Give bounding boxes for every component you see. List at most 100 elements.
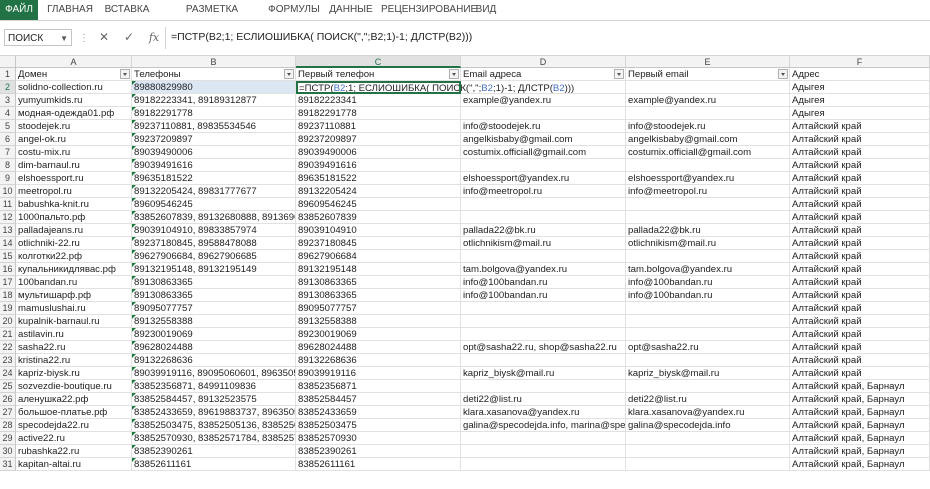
row-header[interactable]: 21: [0, 328, 16, 341]
cell-first-phone[interactable]: 89182223341: [296, 94, 461, 107]
cell-first-email[interactable]: costumix.officiall@gmail.com: [626, 146, 790, 159]
cell-first-email[interactable]: otlichnikism@mail.ru: [626, 237, 790, 250]
row-header[interactable]: 19: [0, 302, 16, 315]
filter-dropdown-icon[interactable]: [614, 69, 624, 79]
row-header[interactable]: 29: [0, 432, 16, 445]
cell-first-email[interactable]: [626, 250, 790, 263]
cell-domain[interactable]: costu-mix.ru: [16, 146, 132, 159]
filter-dropdown-icon[interactable]: [778, 69, 788, 79]
cell-domain[interactable]: большое-платье.рф: [16, 406, 132, 419]
cell-first-phone[interactable]: 89635181522: [296, 172, 461, 185]
cell-first-phone[interactable]: 89039490006: [296, 146, 461, 159]
row-header[interactable]: 9: [0, 172, 16, 185]
row-header-1[interactable]: 1: [0, 68, 16, 81]
cell-domain[interactable]: elshoessport.ru: [16, 172, 132, 185]
cell-domain[interactable]: модная-одежда01.рф: [16, 107, 132, 120]
cell-domain[interactable]: solidno-collection.ru: [16, 81, 132, 94]
filter-dropdown-icon[interactable]: [284, 69, 294, 79]
row-header[interactable]: 2: [0, 81, 16, 94]
cell-domain[interactable]: kristina22.ru: [16, 354, 132, 367]
cell-emails[interactable]: [461, 302, 626, 315]
cell-first-email[interactable]: opt@sasha22.ru: [626, 341, 790, 354]
cell-domain[interactable]: specodejda22.ru: [16, 419, 132, 432]
filter-dropdown-icon[interactable]: [120, 69, 130, 79]
cell-first-email[interactable]: [626, 159, 790, 172]
cell-domain[interactable]: palladajeans.ru: [16, 224, 132, 237]
row-header[interactable]: 3: [0, 94, 16, 107]
cell-emails[interactable]: [461, 328, 626, 341]
cell-domain[interactable]: babushka-knit.ru: [16, 198, 132, 211]
row-header[interactable]: 22: [0, 341, 16, 354]
cell-first-email[interactable]: [626, 302, 790, 315]
name-box[interactable]: ПОИСК ▼: [4, 29, 72, 46]
cell-phones[interactable]: 89039919116, 89095060601, 89635054254: [132, 367, 296, 380]
cell-emails[interactable]: [461, 159, 626, 172]
cell-address[interactable]: Алтайский край: [790, 185, 930, 198]
cell-domain[interactable]: sasha22.ru: [16, 341, 132, 354]
cell-phones[interactable]: 89132558388: [132, 315, 296, 328]
tab-insert[interactable]: ВСТАВКА: [102, 0, 152, 20]
select-all-corner[interactable]: [0, 56, 16, 68]
cell-first-phone[interactable]: 83852433659: [296, 406, 461, 419]
row-header[interactable]: 11: [0, 198, 16, 211]
cell-address[interactable]: Алтайский край: [790, 211, 930, 224]
cell-first-email[interactable]: tam.bolgova@yandex.ru: [626, 263, 790, 276]
cell-address[interactable]: Алтайский край: [790, 250, 930, 263]
cell-phones[interactable]: 83852390261: [132, 445, 296, 458]
cell-address[interactable]: Алтайский край, Барнаул: [790, 458, 930, 471]
cell-first-email[interactable]: elshoessport@yandex.ru: [626, 172, 790, 185]
row-header[interactable]: 18: [0, 289, 16, 302]
chevron-down-icon[interactable]: ▼: [60, 30, 68, 47]
cell-first-phone[interactable]: 89132205424: [296, 185, 461, 198]
row-header[interactable]: 6: [0, 133, 16, 146]
cell-emails[interactable]: [461, 354, 626, 367]
cell-first-phone[interactable]: 83852611161: [296, 458, 461, 471]
cancel-icon[interactable]: ✕: [94, 29, 114, 46]
cell-emails[interactable]: opt@sasha22.ru, shop@sasha22.ru: [461, 341, 626, 354]
cell-first-phone[interactable]: 89132558388: [296, 315, 461, 328]
cell-phones[interactable]: 89880829980: [132, 81, 296, 94]
cell-first-email[interactable]: example@yandex.ru: [626, 94, 790, 107]
row-header[interactable]: 13: [0, 224, 16, 237]
header-cell-address[interactable]: Адрес: [790, 68, 930, 81]
row-header[interactable]: 17: [0, 276, 16, 289]
cell-first-phone[interactable]: 83852356871: [296, 380, 461, 393]
cell-first-email[interactable]: [626, 328, 790, 341]
cell-phones[interactable]: 89237209897: [132, 133, 296, 146]
cell-address[interactable]: Алтайский край: [790, 276, 930, 289]
cell-address[interactable]: Алтайский край: [790, 289, 930, 302]
cell-address[interactable]: Алтайский край: [790, 341, 930, 354]
cell-address[interactable]: Алтайский край, Барнаул: [790, 393, 930, 406]
cell-first-email[interactable]: [626, 198, 790, 211]
cell-emails[interactable]: [461, 445, 626, 458]
cell-phones[interactable]: 89182291778: [132, 107, 296, 120]
tab-data[interactable]: ДАННЫЕ: [328, 0, 374, 20]
cell-phones[interactable]: 89039104910, 89833857974: [132, 224, 296, 237]
row-header[interactable]: 24: [0, 367, 16, 380]
cell-first-email[interactable]: [626, 354, 790, 367]
cell-phones[interactable]: 89130863365: [132, 276, 296, 289]
cell-emails[interactable]: elshoessport@yandex.ru: [461, 172, 626, 185]
cell-address[interactable]: Адыгея: [790, 94, 930, 107]
cell-emails[interactable]: [461, 458, 626, 471]
cell-phones[interactable]: 89132268636: [132, 354, 296, 367]
cell-domain[interactable]: kapriz-biysk.ru: [16, 367, 132, 380]
cell-emails[interactable]: deti22@list.ru: [461, 393, 626, 406]
cell-first-email[interactable]: [626, 432, 790, 445]
cell-first-phone[interactable]: 89132195148: [296, 263, 461, 276]
cell-emails[interactable]: galina@specodejda.info, marina@specodejd…: [461, 419, 626, 432]
cell-first-email[interactable]: [626, 81, 790, 94]
cell-first-phone[interactable]: 89039919116: [296, 367, 461, 380]
cell-first-email[interactable]: angelkisbaby@gmail.com: [626, 133, 790, 146]
cell-address[interactable]: Алтайский край: [790, 146, 930, 159]
cell-domain[interactable]: колготки22.рф: [16, 250, 132, 263]
cell-emails[interactable]: [461, 432, 626, 445]
cell-first-phone[interactable]: 89237209897: [296, 133, 461, 146]
cell-phones[interactable]: 89230019069: [132, 328, 296, 341]
cell-emails[interactable]: [461, 211, 626, 224]
cell-domain[interactable]: мультишарф.рф: [16, 289, 132, 302]
cell-address[interactable]: Алтайский край: [790, 328, 930, 341]
cell-first-phone[interactable]: 89237180845: [296, 237, 461, 250]
row-header[interactable]: 14: [0, 237, 16, 250]
cell-first-phone[interactable]: 89609546245: [296, 198, 461, 211]
